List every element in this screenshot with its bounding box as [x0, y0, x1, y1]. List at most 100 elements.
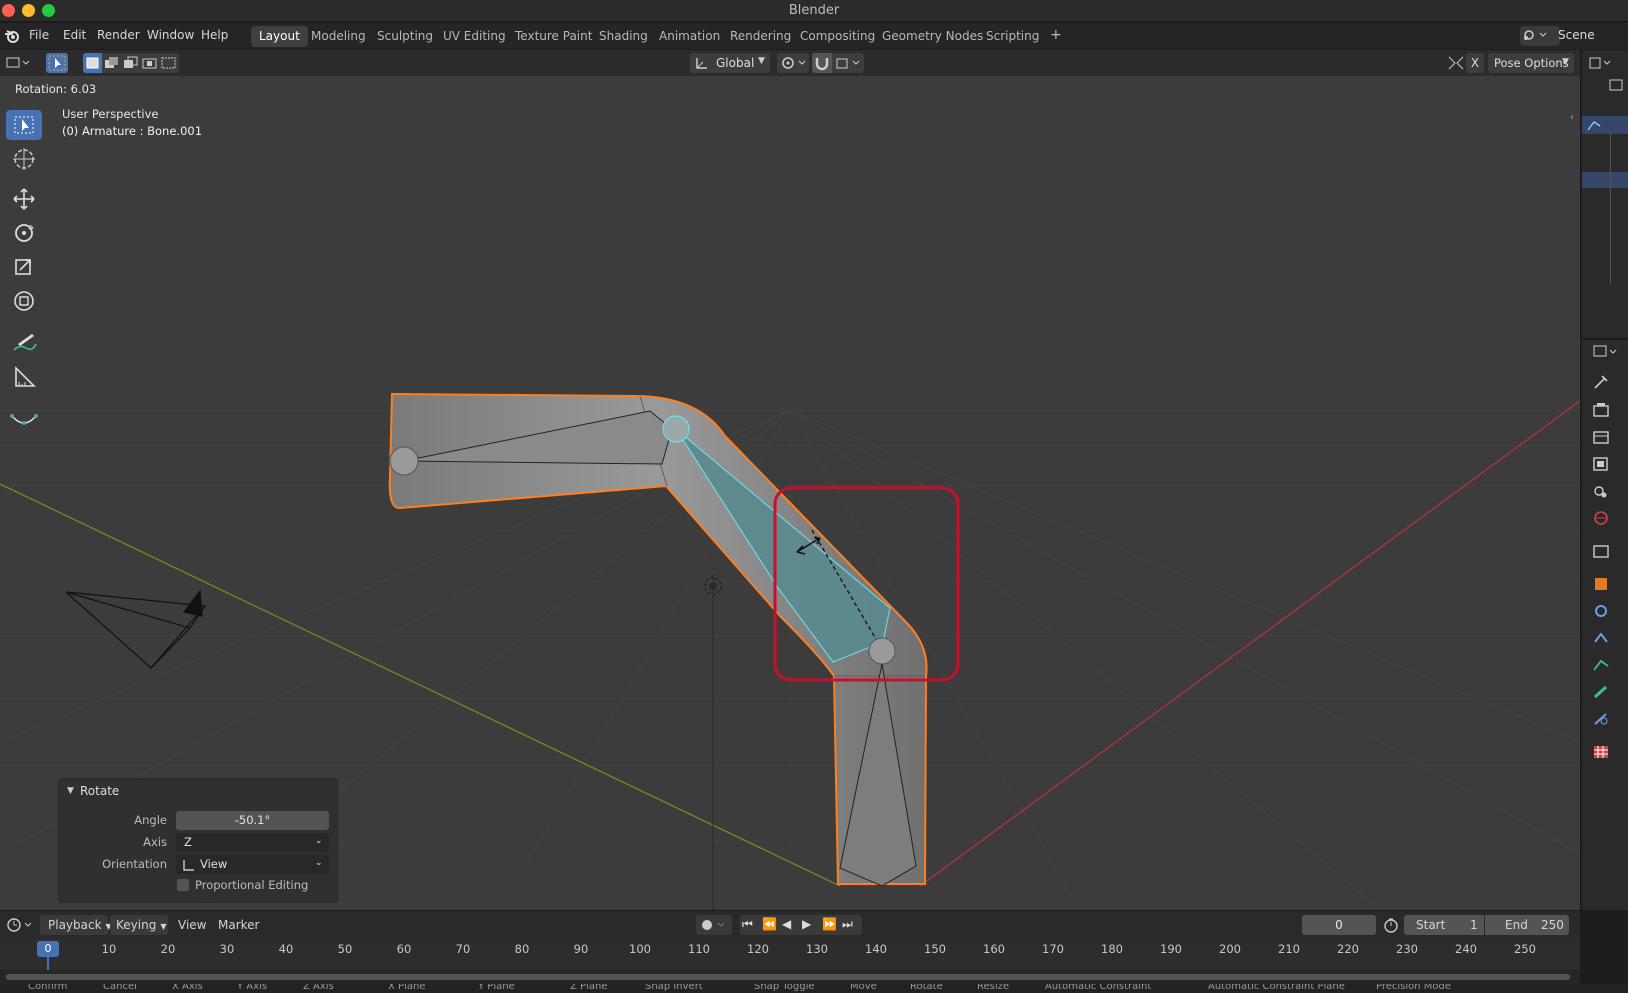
divider [1582, 338, 1628, 340]
snap-magnet-icon[interactable] [812, 53, 832, 73]
menu-help[interactable]: Help [201, 28, 228, 42]
move-icon [13, 188, 35, 210]
tab-scripting[interactable]: Scripting [978, 26, 1047, 47]
frame-tick-label: 130 [806, 942, 828, 956]
mirror-icon[interactable] [1446, 54, 1466, 72]
x-mirror-toggle[interactable]: X [1466, 53, 1484, 73]
scene-properties-icon[interactable] [1590, 481, 1612, 501]
status-z-axis: Z Axis [303, 984, 334, 992]
bone-active[interactable] [662, 415, 896, 665]
texture-properties-icon[interactable] [1590, 742, 1612, 762]
snap-target-icon[interactable] [834, 53, 864, 73]
filter-icon[interactable] [1608, 78, 1628, 92]
angle-label: Angle [134, 813, 167, 827]
constraint-properties-icon[interactable] [1590, 628, 1612, 648]
object-properties-icon[interactable] [1590, 574, 1612, 594]
select-mode-button[interactable] [46, 53, 68, 73]
orientation-label: Global [716, 56, 755, 70]
object-data-armature-icon[interactable] [1590, 655, 1612, 675]
tool-transform[interactable] [6, 286, 42, 316]
frame-tick-label: 220 [1337, 942, 1359, 956]
tab-compositing[interactable]: Compositing [792, 26, 883, 47]
tool-relax[interactable] [6, 404, 42, 434]
tool-select-box[interactable] [6, 110, 42, 140]
tab-texture-paint[interactable]: Texture Paint [507, 26, 600, 47]
timeline-menu-marker[interactable]: Marker [218, 918, 259, 932]
orientation-dropdown[interactable]: View ⌄ [176, 855, 329, 874]
tab-animation[interactable]: Animation [651, 26, 728, 47]
tool-scale[interactable] [6, 252, 42, 282]
playhead-frame-label[interactable]: 0 [37, 941, 59, 957]
timeline-menu-playback[interactable]: Playback ▼ [40, 915, 112, 935]
timeline-menu-view[interactable]: View [178, 918, 206, 932]
timeline-scrollbar[interactable] [6, 974, 1570, 980]
rotate-panel-title[interactable]: Rotate [80, 784, 119, 798]
tab-shading[interactable]: Shading [591, 26, 656, 47]
editor-type-icon[interactable] [6, 55, 34, 71]
render-properties-icon[interactable] [1590, 400, 1612, 420]
collection-properties-icon[interactable] [1590, 541, 1612, 561]
timeline-menu-keying[interactable]: Keying ▼ [110, 915, 168, 935]
bone-constraint-properties-icon[interactable] [1590, 709, 1612, 729]
menu-render[interactable]: Render [97, 28, 140, 42]
axis-dropdown[interactable]: Z ⌄ [176, 833, 329, 852]
blender-logo-icon[interactable] [4, 28, 20, 44]
world-properties-icon[interactable] [1590, 508, 1612, 528]
play-reverse-icon[interactable]: ◀ [782, 917, 800, 933]
tool-rotate[interactable] [6, 218, 42, 248]
bone-properties-icon[interactable] [1590, 682, 1612, 702]
auto-keying-toggle[interactable] [696, 915, 732, 935]
frame-tick-label: 70 [455, 942, 471, 956]
frame-tick-label: 100 [629, 942, 651, 956]
intersect-selection-icon[interactable] [159, 53, 178, 73]
stopwatch-icon[interactable] [1382, 916, 1400, 934]
properties-type-icon[interactable] [1592, 342, 1622, 362]
timeline-editor-type-icon[interactable] [6, 916, 36, 934]
tab-sculpting[interactable]: Sculpting [369, 26, 441, 47]
tool-move[interactable] [6, 184, 42, 214]
view-layer-properties-icon[interactable] [1590, 454, 1612, 474]
tool-cursor[interactable] [6, 144, 42, 174]
collapse-triangle-icon[interactable]: ▼ [67, 786, 74, 796]
end-frame-field[interactable]: End 250 [1485, 915, 1569, 935]
jump-start-icon[interactable]: ⏮ [742, 917, 760, 933]
title-bar: Blender [0, 0, 1628, 22]
tab-rendering[interactable]: Rendering [722, 26, 799, 47]
outliner-row-armature[interactable] [1582, 116, 1628, 134]
pose-options-dropdown[interactable]: Pose Options ▼ [1488, 53, 1574, 73]
tab-uv-editing[interactable]: UV Editing [435, 26, 514, 47]
current-frame-field[interactable]: 0 [1302, 915, 1376, 935]
tab-modeling[interactable]: Modeling [303, 26, 374, 47]
outliner-type-icon[interactable] [1588, 54, 1628, 74]
menu-file[interactable]: File [29, 28, 49, 42]
menu-window[interactable]: Window [147, 28, 194, 42]
start-frame-field[interactable]: Start 1 [1404, 915, 1484, 935]
scale-icon [15, 259, 31, 275]
tool-measure[interactable] [6, 362, 42, 392]
set-selection-icon[interactable] [83, 53, 102, 73]
proportional-editing-checkbox[interactable] [177, 879, 189, 891]
extend-selection-icon[interactable] [102, 53, 121, 73]
transform-orientation-dropdown[interactable]: Global ▼ [690, 53, 770, 73]
output-properties-icon[interactable] [1590, 427, 1612, 447]
tab-layout[interactable]: Layout [251, 26, 308, 47]
angle-field[interactable]: -50.1° [176, 811, 329, 830]
prev-keyframe-icon[interactable]: ⏪ [762, 917, 780, 933]
play-icon[interactable]: ▶ [802, 917, 820, 933]
outliner-row-selected[interactable] [1582, 172, 1628, 188]
tool-properties-icon[interactable] [1590, 372, 1612, 392]
menu-edit[interactable]: Edit [63, 28, 86, 42]
scene-selector-button[interactable] [1520, 26, 1560, 46]
modifier-properties-icon[interactable] [1590, 601, 1612, 621]
jump-end-icon[interactable]: ⏭ [842, 917, 860, 933]
tool-annotate[interactable] [6, 328, 42, 358]
sidebar-toggle-icon[interactable]: ‹ [1570, 112, 1574, 123]
add-workspace-icon[interactable]: + [1042, 24, 1070, 45]
timeline-ruler[interactable]: 0 10 20 30 40 50 60 70 80 90 100 110 120 130 140 150 160… [0, 938, 1580, 970]
tab-geometry-nodes[interactable]: Geometry Nodes [874, 26, 991, 47]
invert-selection-icon[interactable] [140, 53, 159, 73]
next-keyframe-icon[interactable]: ⏩ [822, 917, 840, 933]
subtract-selection-icon[interactable] [121, 53, 140, 73]
scene-name[interactable]: Scene [1558, 28, 1595, 42]
pivot-point-dropdown[interactable] [777, 53, 809, 73]
